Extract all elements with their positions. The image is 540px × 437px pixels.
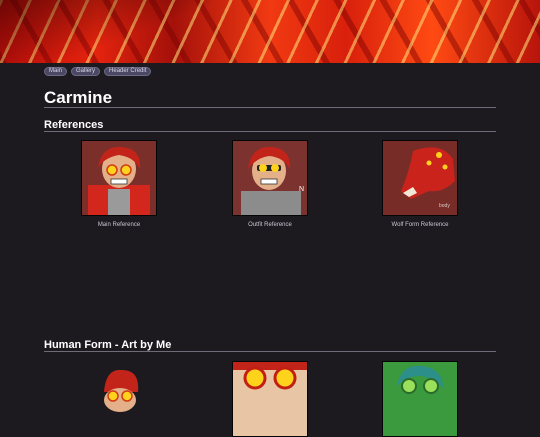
gallery-item-2[interactable] xyxy=(210,361,330,437)
gallery-item-1[interactable] xyxy=(59,361,179,437)
human-form-divider xyxy=(44,351,496,352)
character-closeup-icon xyxy=(233,362,307,390)
outfit-reference-thumbnail[interactable]: N xyxy=(232,140,308,216)
wolf-reference-thumbnail[interactable]: body xyxy=(382,140,458,216)
top-nav: Main Gallery Header Credit xyxy=(44,67,152,76)
character-portrait-icon xyxy=(88,146,150,215)
wolf-portrait-icon: body xyxy=(401,147,455,209)
page-title: Carmine xyxy=(44,88,113,107)
svg-text:N: N xyxy=(299,186,304,193)
nav-main-link[interactable]: Main xyxy=(44,67,68,76)
reference-card-wolf[interactable]: body Wolf Form Reference xyxy=(360,140,480,228)
references-divider xyxy=(44,131,496,132)
nav-gallery-link[interactable]: Gallery xyxy=(71,67,101,76)
gallery-thumbnail-2[interactable] xyxy=(232,361,308,437)
outfit-reference-caption: Outfit Reference xyxy=(248,222,292,228)
nav-header-credit-link[interactable]: Header Credit xyxy=(104,67,152,76)
reference-card-main[interactable]: Main Reference xyxy=(59,140,179,228)
title-divider xyxy=(44,107,496,108)
character-portrait-icon: N xyxy=(241,146,304,215)
gallery-thumbnail-1[interactable] xyxy=(81,361,157,437)
character-green-icon xyxy=(397,365,443,394)
main-reference-caption: Main Reference xyxy=(97,222,141,228)
wolf-reference-caption: Wolf Form Reference xyxy=(391,222,449,228)
human-form-heading: Human Form - Art by Me xyxy=(44,339,172,351)
character-sticker-icon xyxy=(104,369,139,412)
reference-card-outfit[interactable]: N Outfit Reference xyxy=(210,140,330,228)
header-banner-shade xyxy=(0,0,210,63)
main-reference-thumbnail[interactable] xyxy=(81,140,157,216)
gallery-thumbnail-3[interactable] xyxy=(382,361,458,437)
gallery-item-3[interactable] xyxy=(360,361,480,437)
references-heading: References xyxy=(44,119,104,131)
svg-text:body: body xyxy=(439,203,450,209)
